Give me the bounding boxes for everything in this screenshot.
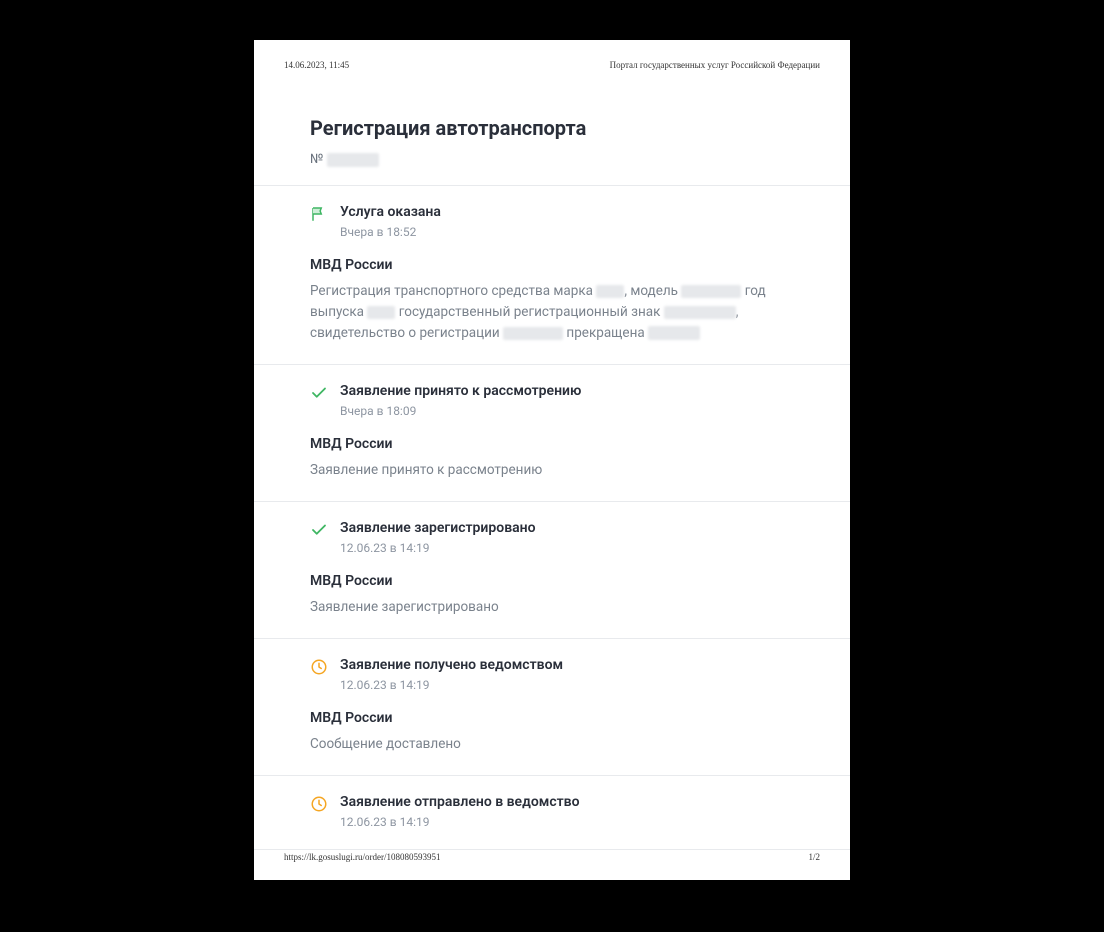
status-agency: МВД России [310, 573, 820, 589]
page-title: Регистрация автотранспорта [310, 116, 820, 140]
status-time: 12.06.23 в 14:19 [340, 678, 820, 692]
redacted-tail [648, 326, 700, 340]
document-page: 14.06.2023, 11:45 Портал государственных… [254, 40, 850, 880]
print-timestamp: 14.06.2023, 11:45 [284, 60, 349, 70]
order-prefix: № [310, 152, 323, 167]
body-text-part: государственный регистрационный знак [395, 304, 663, 320]
status-agency: МВД России [310, 257, 820, 273]
status-title: Услуга оказана [340, 204, 820, 220]
status-body: Сообщение доставлено [310, 734, 820, 755]
check-icon [310, 521, 328, 539]
status-time: 12.06.23 в 14:19 [340, 541, 820, 555]
divider [254, 849, 850, 850]
status-item: Заявление зарегистрировано 12.06.23 в 14… [284, 502, 820, 638]
status-title: Заявление отправлено в ведомство [340, 794, 820, 810]
flag-icon [310, 205, 328, 223]
redacted-order-number [327, 153, 379, 167]
status-body: Заявление принято к рассмотрению [310, 460, 820, 481]
redacted-cert [503, 327, 563, 340]
status-time: Вчера в 18:09 [340, 404, 820, 418]
status-item: Заявление отправлено в ведомство 12.06.2… [284, 776, 820, 849]
body-text-part: прекращена [563, 325, 648, 341]
redacted-plate [664, 306, 736, 319]
check-icon [310, 384, 328, 402]
status-time: Вчера в 18:52 [340, 225, 820, 239]
status-body: Регистрация транспортного средства марка… [310, 281, 820, 344]
order-number: № [310, 152, 820, 167]
status-item: Услуга оказана Вчера в 18:52 МВД России … [284, 186, 820, 364]
print-footer: https://lk.gosuslugi.ru/order/1080805939… [284, 852, 820, 862]
redacted-brand [596, 285, 624, 298]
status-title: Заявление получено ведомством [340, 657, 820, 673]
clock-icon [310, 658, 328, 676]
print-header: 14.06.2023, 11:45 Портал государственных… [284, 60, 820, 70]
clock-icon [310, 795, 328, 813]
body-text-part: , модель [624, 283, 681, 299]
status-time: 12.06.23 в 14:19 [340, 815, 820, 829]
status-item: Заявление принято к рассмотрению Вчера в… [284, 365, 820, 501]
status-body: Заявление зарегистрировано [310, 597, 820, 618]
redacted-model [681, 285, 741, 298]
portal-title: Портал государственных услуг Российской … [610, 60, 820, 70]
redacted-year [367, 306, 395, 319]
body-text-part: Регистрация транспортного средства марка [310, 283, 596, 299]
title-block: Регистрация автотранспорта № [284, 116, 820, 167]
status-item: Заявление получено ведомством 12.06.23 в… [284, 639, 820, 775]
status-title: Заявление принято к рассмотрению [340, 383, 820, 399]
page-indicator: 1/2 [808, 852, 820, 862]
footer-url: https://lk.gosuslugi.ru/order/1080805939… [284, 852, 441, 862]
status-agency: МВД России [310, 710, 820, 726]
status-agency: МВД России [310, 436, 820, 452]
status-title: Заявление зарегистрировано [340, 520, 820, 536]
